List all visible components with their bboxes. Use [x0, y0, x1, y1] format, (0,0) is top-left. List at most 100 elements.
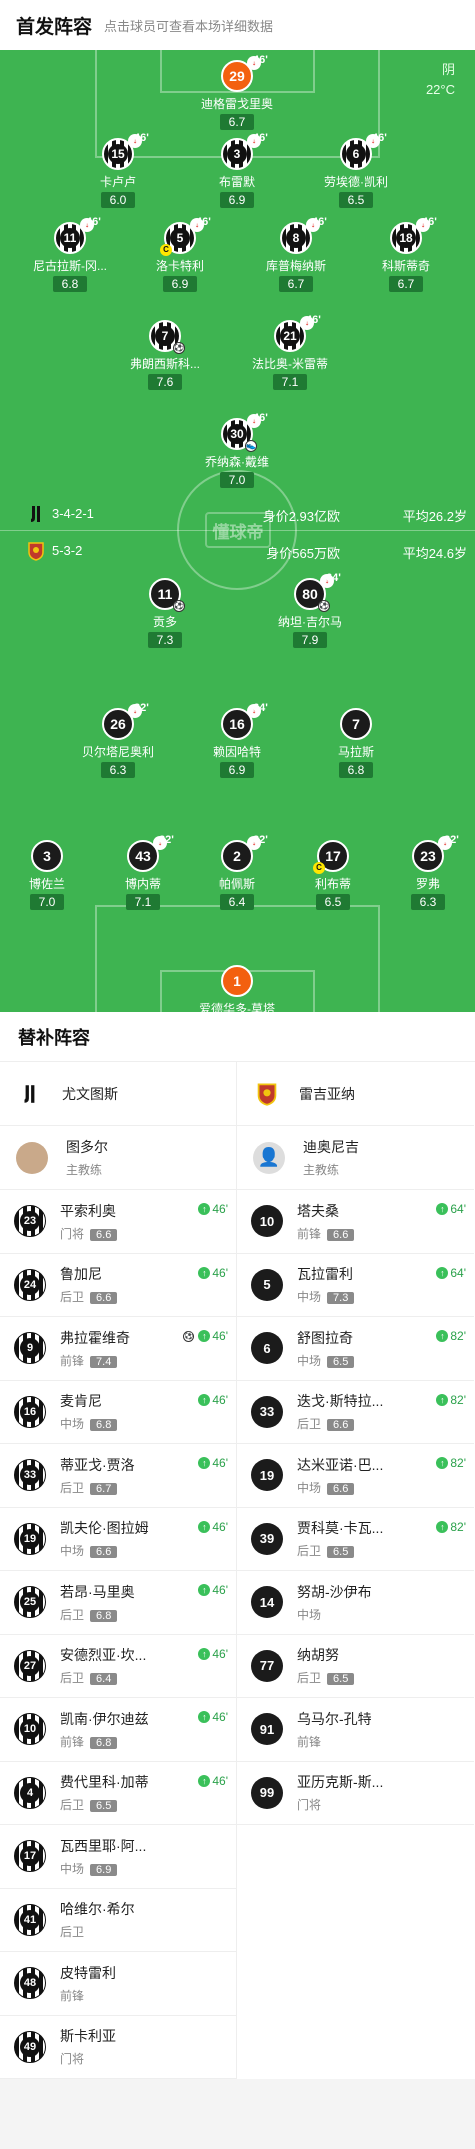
- sub-player-row[interactable]: 16 麦肯尼 中场 6.8 ↑ 46': [0, 1381, 236, 1444]
- away-player[interactable]: 7 马拉斯 6.8: [301, 708, 411, 779]
- player-position-line: 前锋 6.8: [60, 1733, 236, 1750]
- home-player[interactable]: 5 ↓ 46' C 洛卡特利 6.9: [125, 216, 235, 293]
- player-rating: 6.7: [388, 276, 424, 292]
- sub-player-row[interactable]: 49 斯卡利亚 门将: [0, 2016, 236, 2079]
- home-player[interactable]: 18 ↓ 46' 科斯蒂奇 6.7: [351, 216, 461, 293]
- away-player[interactable]: 26 ↓ 82' 贝尔塔尼奥利 6.3: [63, 702, 173, 779]
- away-player[interactable]: 17 C 利布蒂 6.5: [278, 840, 388, 911]
- home-player[interactable]: 30 ↓ 46' 👟 乔纳森·戴维 7.0: [182, 412, 292, 489]
- sub-player-row[interactable]: 14 努胡-沙伊布 中场: [237, 1571, 474, 1635]
- home-player[interactable]: 29 ↓ 46' 迪格雷戈里奥 6.7: [182, 54, 292, 131]
- player-name: 若昂·马里奥: [60, 1583, 135, 1600]
- player-name: 麦肯尼: [60, 1393, 102, 1410]
- home-subs-team[interactable]: 尤文图斯: [0, 1062, 236, 1126]
- away-player[interactable]: 80 ↓ 64' ⚽ 纳坦·吉尔马 7.9: [255, 572, 365, 649]
- player-position: 前锋: [60, 1988, 85, 2003]
- away-coach[interactable]: 👤 迪奥尼吉 主教练: [237, 1126, 474, 1190]
- home-player[interactable]: 6 ↓ 46' 劳埃德·凯利 6.5: [301, 132, 411, 209]
- player-position: 中场: [60, 1544, 85, 1559]
- away-player[interactable]: 3 博佐兰 7.0: [0, 840, 102, 911]
- player-position-line: 中场 6.6: [297, 1479, 474, 1496]
- shirt-number: 3: [31, 840, 63, 872]
- player-position-line: 中场 6.9: [60, 1860, 236, 1877]
- player-rating: 7.6: [147, 374, 183, 390]
- away-player[interactable]: 1爱德华多-莫塔★ 8.1: [182, 965, 292, 1012]
- away-team-name: 雷吉亚纳: [299, 1085, 355, 1102]
- sub-player-row[interactable]: 17 瓦西里耶·阿... 中场 6.9: [0, 1825, 236, 1889]
- sub-player-row[interactable]: 41 哈维尔·希尔 后卫: [0, 1889, 236, 1952]
- shirt-number: 30 ↓ 46' 👟: [221, 412, 268, 452]
- shirt-number: 39: [251, 1522, 283, 1555]
- sub-player-row[interactable]: 25 若昂·马里奥 后卫 6.8 ↑ 46': [0, 1571, 236, 1635]
- sub-player-row[interactable]: 23 平索利奥 门将 6.6 ↑ 46': [0, 1190, 236, 1254]
- shirt-number: 7 ⚽: [149, 320, 185, 354]
- sub-player-row[interactable]: 10 塔夫桑 前锋 6.6 ↑ 64': [237, 1190, 474, 1254]
- substituted-in-icon: ↑: [198, 1203, 211, 1215]
- sub-player-row[interactable]: 99 亚历克斯-斯... 门将: [237, 1762, 474, 1825]
- sub-player-info: 斯卡利亚 门将: [60, 2026, 236, 2067]
- sub-player-row[interactable]: 5 瓦拉雷利 中场 7.3 ↑ 64': [237, 1254, 474, 1317]
- home-player[interactable]: 3 ↓ 46' 布雷默 6.9: [182, 132, 292, 209]
- away-player[interactable]: 11 ⚽ 贡多 7.3: [110, 578, 220, 649]
- player-position: 后卫: [60, 1480, 85, 1495]
- sub-player-row[interactable]: 19 达米亚诺·巴... 中场 6.6 ↑ 82': [237, 1444, 474, 1508]
- subs-section: 尤文图斯 图多尔 主教练 23 平索利奥 门将 6.6 ↑ 46' 24 鲁加尼 后卫 6.6 ↑ 4…: [0, 1062, 475, 2079]
- player-name: 瓦拉雷利: [297, 1266, 353, 1283]
- sub-player-row[interactable]: 10 凯南·伊尔迪兹 前锋 6.8 ↑ 46': [0, 1698, 236, 1762]
- page-footer: [0, 2079, 475, 2149]
- shirt-number-label: 16: [20, 1401, 40, 1422]
- away-player[interactable]: 16 ↓ 64' 赖因哈特 6.9: [182, 702, 292, 779]
- sub-player-row[interactable]: 9 弗拉霍维奇 前锋 7.4 ⚽ ↑ 46': [0, 1317, 236, 1381]
- sub-player-info: 乌马尔-孔特 前锋: [297, 1709, 474, 1750]
- sub-player-row[interactable]: 39 贾科莫·卡瓦... 后卫 6.5 ↑ 82': [237, 1508, 474, 1571]
- home-player[interactable]: 21 ↓ 46' 法比奥-米雷蒂 7.1: [235, 314, 345, 391]
- shirt-number: 26 ↓ 82': [102, 702, 149, 740]
- player-name: 博佐兰: [28, 877, 65, 891]
- player-position: 后卫: [60, 1798, 85, 1813]
- home-player[interactable]: 11 ↓ 46' 尼古拉斯-冈... 6.8: [15, 216, 125, 293]
- sub-player-row[interactable]: 19 凯夫伦·图拉姆 中场 6.6 ↑ 46': [0, 1508, 236, 1571]
- sub-in-tag: ↑ 46': [198, 1202, 228, 1216]
- player-position-line: 后卫 6.5: [297, 1669, 474, 1686]
- sub-player-row[interactable]: 91 乌马尔-孔特 前锋: [237, 1698, 474, 1762]
- sub-in-tag: ↑ 46': [198, 1647, 228, 1661]
- weather: 阴 22°C: [426, 60, 455, 100]
- home-player[interactable]: 15 ↓ 46' 卡卢卢 6.0: [63, 132, 173, 209]
- sub-player-row[interactable]: 33 蒂亚戈·贾洛 后卫 6.7 ↑ 46': [0, 1444, 236, 1508]
- sub-in-tag: ↑ 46': [198, 1520, 228, 1534]
- substituted-in-icon: ↑: [436, 1266, 449, 1279]
- shirt-number-label: 5: [170, 228, 190, 248]
- away-value: 身价565万欧: [266, 546, 340, 561]
- sub-minute: 82': [159, 834, 174, 846]
- away-player[interactable]: 23 ↓ 82' 罗弗 6.3: [373, 834, 475, 911]
- player-name: 凯夫伦·图拉姆: [60, 1520, 149, 1537]
- home-player[interactable]: 8 ↓ 46' 库普梅纳斯 6.7: [241, 216, 351, 293]
- player-rating: 6.8: [90, 1609, 118, 1622]
- sub-minute: 64': [326, 572, 341, 584]
- substituted-in-icon: ↑: [198, 1711, 211, 1723]
- sub-player-row[interactable]: 48 皮特雷利 前锋: [0, 1952, 236, 2016]
- player-position-line: 后卫 6.6: [297, 1415, 474, 1432]
- player-position-line: 中场 6.5: [297, 1352, 474, 1369]
- sub-player-row[interactable]: 27 安德烈亚·坎... 后卫 6.4 ↑ 46': [0, 1635, 236, 1698]
- sub-player-row[interactable]: 24 鲁加尼 后卫 6.6 ↑ 46': [0, 1254, 236, 1317]
- shirt-number-label: 17: [20, 1846, 40, 1867]
- player-rating: 7.3: [327, 1292, 355, 1305]
- shirt-number: 29 ↓ 46': [221, 54, 268, 92]
- sub-player-row[interactable]: 4 费代里科·加蒂 后卫 6.5 ↑ 46': [0, 1762, 236, 1825]
- away-subs-team[interactable]: 雷吉亚纳: [237, 1062, 474, 1126]
- player-position: 中场: [297, 1290, 322, 1305]
- player-rating: 6.5: [338, 192, 374, 208]
- player-name: 纳坦·吉尔马: [278, 615, 342, 629]
- player-position: 后卫: [297, 1671, 322, 1686]
- home-coach[interactable]: 图多尔 主教练: [0, 1126, 236, 1190]
- away-player[interactable]: 2 ↓ 82' 帕佩斯 6.4: [182, 834, 292, 911]
- player-rating: 6.8: [52, 276, 88, 292]
- sub-player-row[interactable]: 33 迭戈·斯特拉... 后卫 6.6 ↑ 82': [237, 1381, 474, 1444]
- sub-player-row[interactable]: 77 纳胡努 后卫 6.5: [237, 1635, 474, 1698]
- player-rating: 6.9: [219, 192, 255, 208]
- home-player[interactable]: 7 ⚽ 弗朗西斯科... 7.6: [110, 320, 220, 391]
- home-subs-list: 23 平索利奥 门将 6.6 ↑ 46' 24 鲁加尼 后卫 6.6 ↑ 46' 9 弗拉霍维奇 前锋 7.4…: [0, 1190, 236, 2079]
- sub-player-row[interactable]: 6 舒图拉奇 中场 6.5 ↑ 82': [237, 1317, 474, 1381]
- player-position-line: 门将: [297, 1796, 474, 1813]
